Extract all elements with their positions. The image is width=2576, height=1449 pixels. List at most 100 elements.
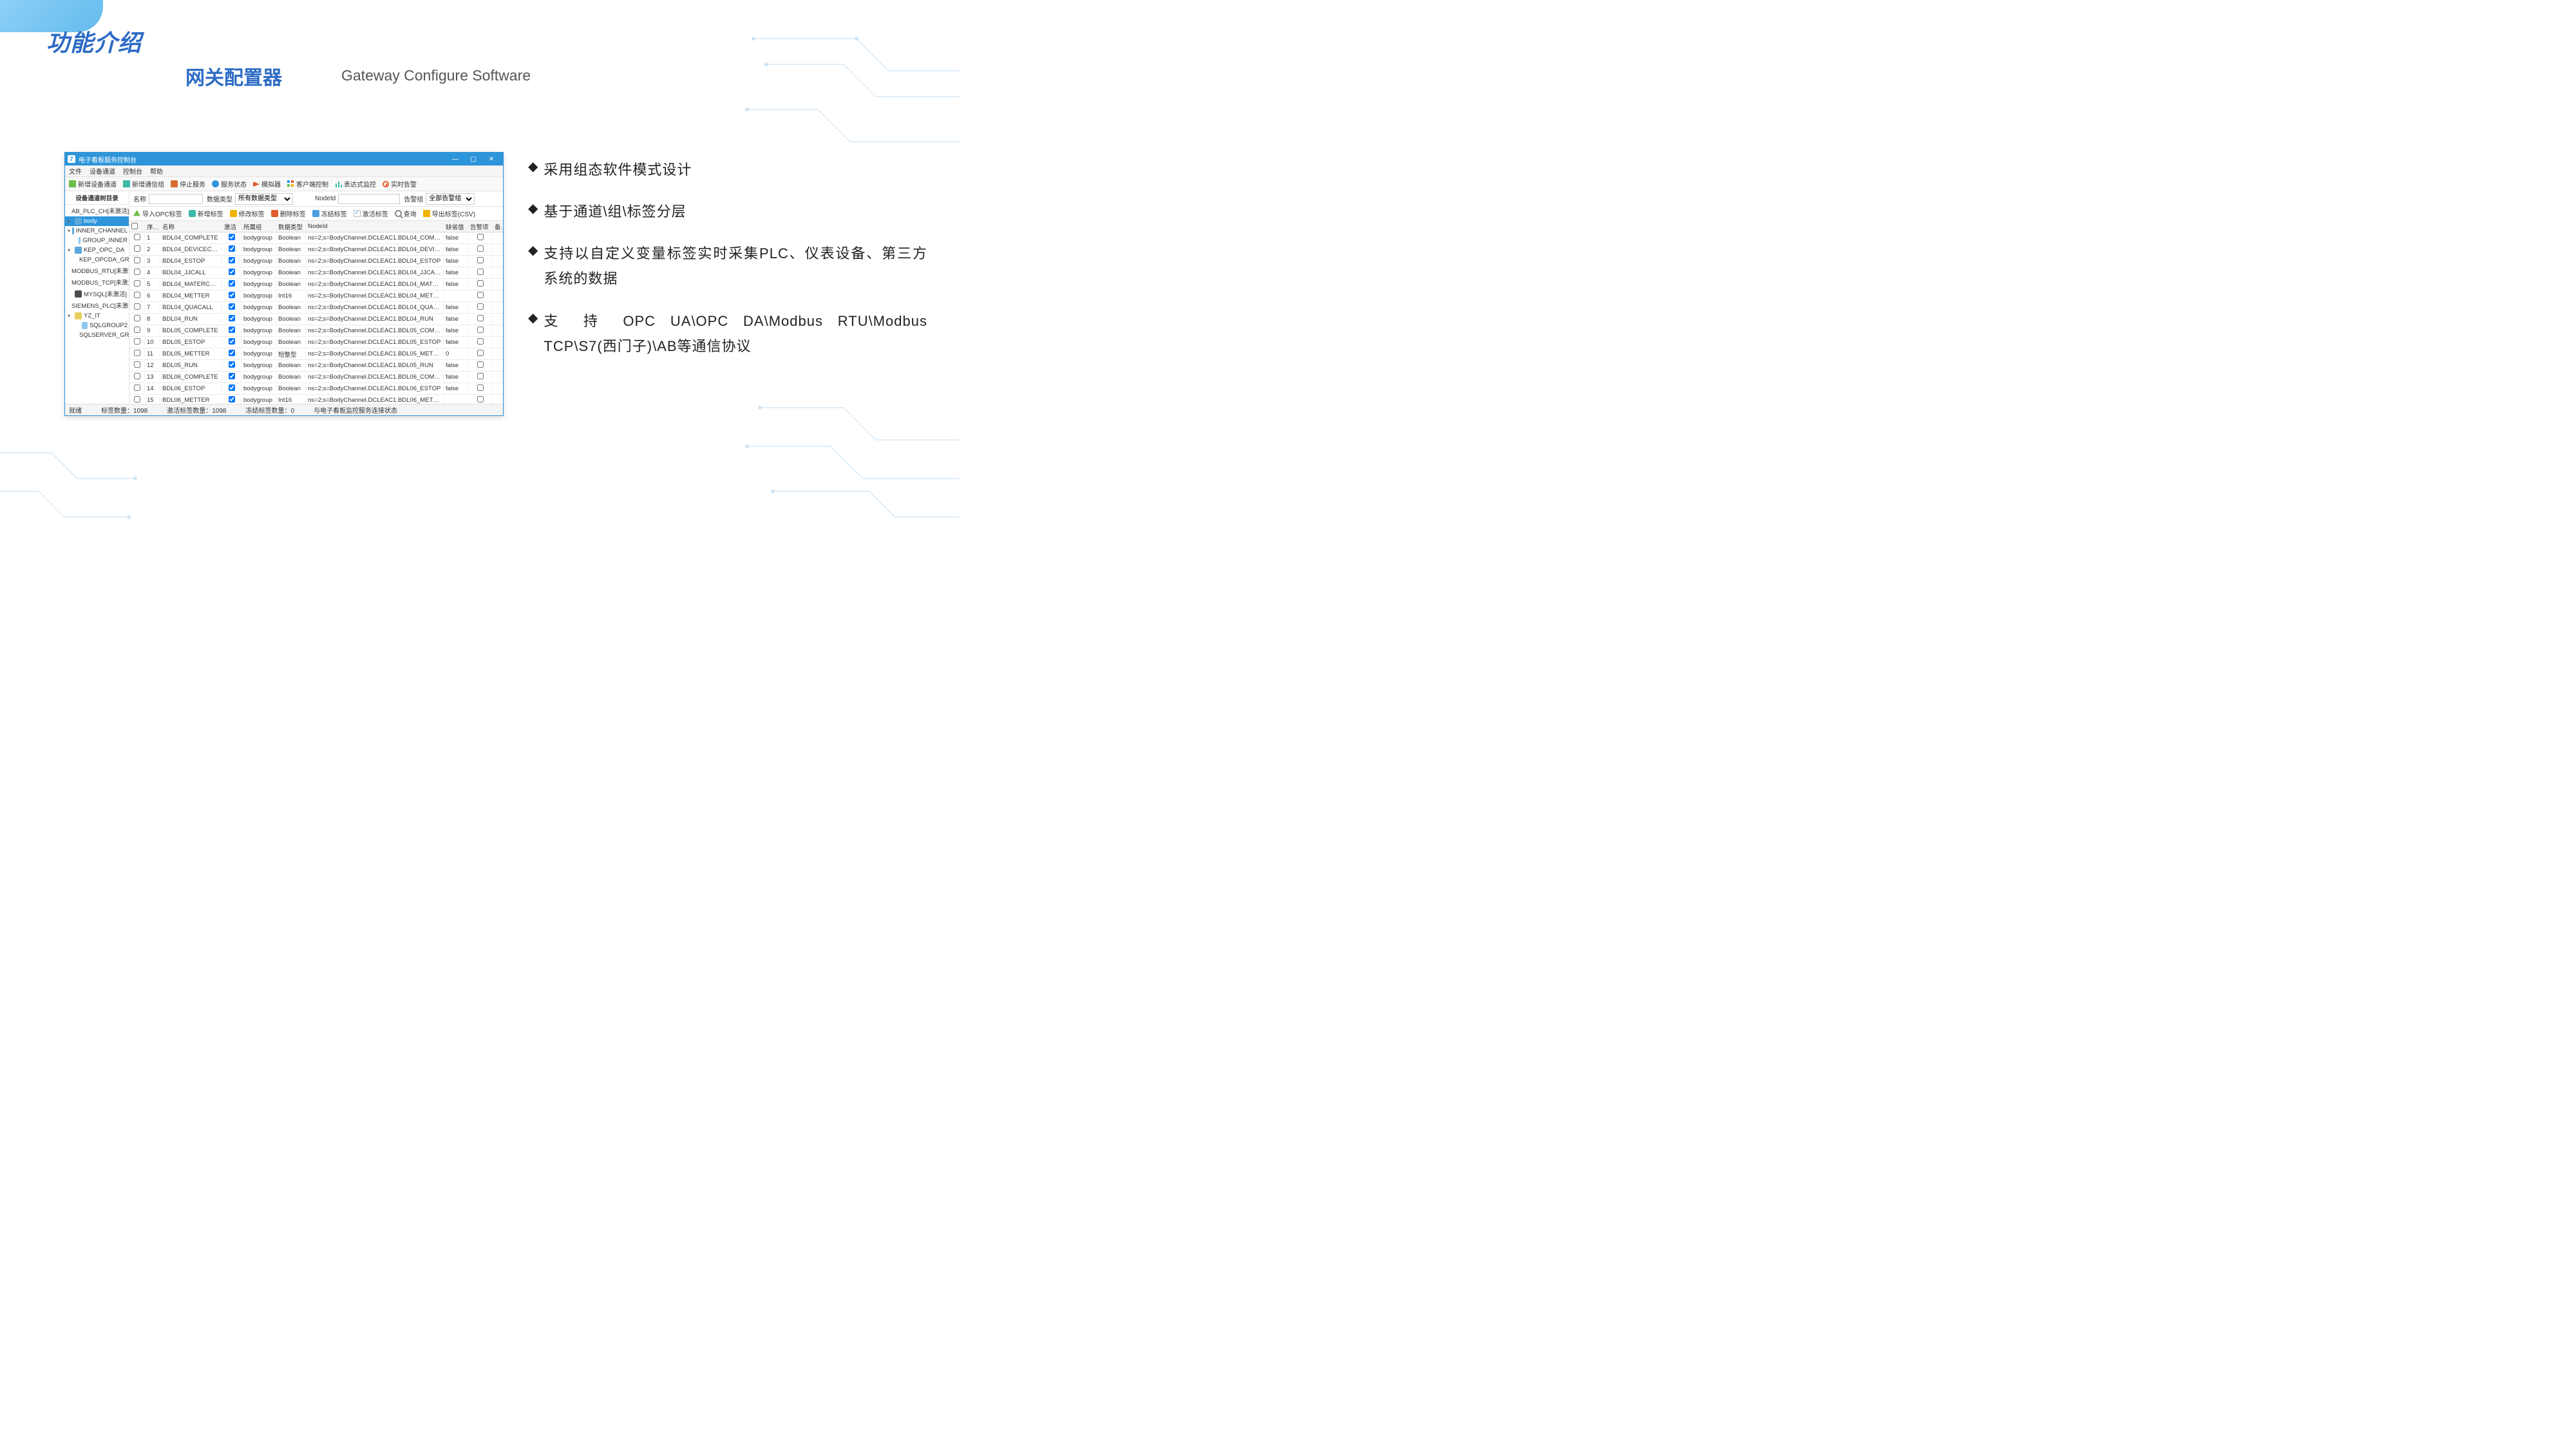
tree-item[interactable]: MODBUS_RTU[未激活] <box>65 265 129 276</box>
row-select-checkbox[interactable] <box>134 396 140 402</box>
row-alarm-checkbox[interactable] <box>477 350 484 356</box>
row-select-checkbox[interactable] <box>134 292 140 298</box>
row-alarm-checkbox[interactable] <box>477 315 484 321</box>
row-select-checkbox[interactable] <box>134 257 140 263</box>
tree-item[interactable]: AB_PLC_CH[未激活] <box>65 205 129 216</box>
menu-help[interactable]: 帮助 <box>150 166 163 176</box>
filter-nodeid-input[interactable] <box>338 194 400 204</box>
row-active-checkbox[interactable] <box>229 373 235 379</box>
row-select-checkbox[interactable] <box>134 327 140 333</box>
tree-item[interactable]: GROUP_INNER <box>65 236 129 245</box>
row-select-checkbox[interactable] <box>134 280 140 287</box>
table-row[interactable]: 1 BDL04_COMPLETE bodygroup Boolean ns=2;… <box>129 232 503 244</box>
row-select-checkbox[interactable] <box>134 373 140 379</box>
tb-realtime-alarm[interactable]: 实时告警 <box>383 179 417 189</box>
tb-expression-monitor[interactable]: 表达式监控 <box>335 179 376 189</box>
row-active-checkbox[interactable] <box>229 292 235 298</box>
tree-item[interactable]: INNER_CHANNEL <box>65 226 129 236</box>
select-all-checkbox[interactable] <box>131 223 138 229</box>
table-row[interactable]: 7 BDL04_QUACALL bodygroup Boolean ns=2;s… <box>129 302 503 314</box>
row-active-checkbox[interactable] <box>229 338 235 345</box>
tb-activate-tag[interactable]: 激活标签 <box>354 209 388 218</box>
col-datatype[interactable]: 数据类型 <box>276 222 306 231</box>
table-row[interactable]: 3 BDL04_ESTOP bodygroup Boolean ns=2;s=B… <box>129 256 503 267</box>
window-maximize-button[interactable]: ▢ <box>464 153 482 166</box>
row-active-checkbox[interactable] <box>229 327 235 333</box>
col-nodeid[interactable]: NodeId <box>306 223 444 230</box>
row-active-checkbox[interactable] <box>229 245 235 252</box>
row-select-checkbox[interactable] <box>134 361 140 368</box>
table-row[interactable]: 13 BDL06_COMPLETE bodygroup Boolean ns=2… <box>129 372 503 383</box>
row-active-checkbox[interactable] <box>229 257 235 263</box>
tb-import-opc[interactable]: 导入OPC标签 <box>133 209 182 218</box>
row-alarm-checkbox[interactable] <box>477 234 484 240</box>
tree-item[interactable]: YZ_IT <box>65 311 129 321</box>
tree-item[interactable]: KEP_OPC_DA <box>65 245 129 255</box>
menu-console[interactable]: 控制台 <box>123 166 142 176</box>
row-select-checkbox[interactable] <box>134 315 140 321</box>
tb-search-tag[interactable]: 查询 <box>395 209 417 218</box>
col-remark[interactable]: 备注 <box>493 222 503 231</box>
tb-export-csv[interactable]: 导出标签(CSV) <box>423 209 475 218</box>
row-alarm-checkbox[interactable] <box>477 280 484 287</box>
table-row[interactable]: 5 BDL04_MATERCALL bodygroup Boolean ns=2… <box>129 279 503 290</box>
table-row[interactable]: 4 BDL04_JJCALL bodygroup Boolean ns=2;s=… <box>129 267 503 279</box>
row-active-checkbox[interactable] <box>229 350 235 356</box>
filter-name-input[interactable] <box>149 194 203 204</box>
table-row[interactable]: 14 BDL06_ESTOP bodygroup Boolean ns=2;s=… <box>129 383 503 395</box>
row-alarm-checkbox[interactable] <box>477 257 484 263</box>
tree-item[interactable]: MODBUS_TCP[未激活] <box>65 276 129 288</box>
grid-body[interactable]: 1 BDL04_COMPLETE bodygroup Boolean ns=2;… <box>129 232 503 404</box>
tree-item[interactable]: SIEMENS_PLC[未激活] <box>65 299 129 311</box>
col-group[interactable]: 所属组 <box>242 222 276 231</box>
row-select-checkbox[interactable] <box>134 269 140 275</box>
menu-device-channel[interactable]: 设备通道 <box>90 166 115 176</box>
tb-add-comm-group[interactable]: 新增通信组 <box>123 179 164 189</box>
row-alarm-checkbox[interactable] <box>477 303 484 310</box>
tb-stop-service[interactable]: 停止服务 <box>171 179 205 189</box>
window-titlebar[interactable]: 7 电子看板服务控制台 — ▢ ✕ <box>65 153 503 166</box>
tree-item[interactable]: MYSQL[未激活] <box>65 288 129 299</box>
filter-type-select[interactable]: 所有数据类型 <box>235 193 293 205</box>
table-row[interactable]: 9 BDL05_COMPLETE bodygroup Boolean ns=2;… <box>129 325 503 337</box>
table-row[interactable]: 15 BDL06_METTER bodygroup Int16 ns=2;s=B… <box>129 395 503 404</box>
window-close-button[interactable]: ✕ <box>482 153 500 166</box>
table-row[interactable]: 2 BDL04_DEVICECALL bodygroup Boolean ns=… <box>129 244 503 256</box>
tb-add-tag[interactable]: 新增标签 <box>189 209 223 218</box>
row-active-checkbox[interactable] <box>229 303 235 310</box>
row-active-checkbox[interactable] <box>229 361 235 368</box>
row-select-checkbox[interactable] <box>134 245 140 252</box>
filter-alarm-select[interactable]: 全部告警组 <box>426 193 475 205</box>
row-alarm-checkbox[interactable] <box>477 245 484 252</box>
tb-delete-tag[interactable]: 删除标签 <box>271 209 306 218</box>
tb-simulator[interactable]: 模拟器 <box>253 179 281 189</box>
tb-edit-tag[interactable]: 修改标签 <box>230 209 265 218</box>
col-alarm[interactable]: 告警项 <box>468 222 493 231</box>
table-row[interactable]: 8 BDL04_RUN bodygroup Boolean ns=2;s=Bod… <box>129 314 503 325</box>
row-active-checkbox[interactable] <box>229 396 235 402</box>
tree-item[interactable]: SQLSERVER_GROUP <box>65 330 129 340</box>
row-active-checkbox[interactable] <box>229 384 235 391</box>
table-row[interactable]: 11 BDL05_METTER bodygroup 短整型 ns=2;s=Bod… <box>129 348 503 360</box>
table-row[interactable]: 10 BDL05_ESTOP bodygroup Boolean ns=2;s=… <box>129 337 503 348</box>
col-seq[interactable]: 序号 <box>145 222 160 231</box>
col-active[interactable]: 激活 <box>222 222 242 231</box>
table-row[interactable]: 12 BDL05_RUN bodygroup Boolean ns=2;s=Bo… <box>129 360 503 372</box>
row-select-checkbox[interactable] <box>134 384 140 391</box>
tb-add-device-channel[interactable]: 新增设备通道 <box>69 179 117 189</box>
window-minimize-button[interactable]: — <box>446 153 464 166</box>
col-default[interactable]: 缺省值 <box>444 222 468 231</box>
row-alarm-checkbox[interactable] <box>477 373 484 379</box>
row-active-checkbox[interactable] <box>229 234 235 240</box>
tree-item[interactable]: body <box>65 216 129 226</box>
tb-service-status[interactable]: 服务状态 <box>212 179 247 189</box>
row-select-checkbox[interactable] <box>134 350 140 356</box>
row-alarm-checkbox[interactable] <box>477 292 484 298</box>
tb-freeze-tag[interactable]: 冻结标签 <box>312 209 347 218</box>
tb-client-control[interactable]: 客户端控制 <box>287 179 328 189</box>
row-alarm-checkbox[interactable] <box>477 327 484 333</box>
row-alarm-checkbox[interactable] <box>477 384 484 391</box>
row-active-checkbox[interactable] <box>229 280 235 287</box>
row-alarm-checkbox[interactable] <box>477 338 484 345</box>
row-active-checkbox[interactable] <box>229 269 235 275</box>
